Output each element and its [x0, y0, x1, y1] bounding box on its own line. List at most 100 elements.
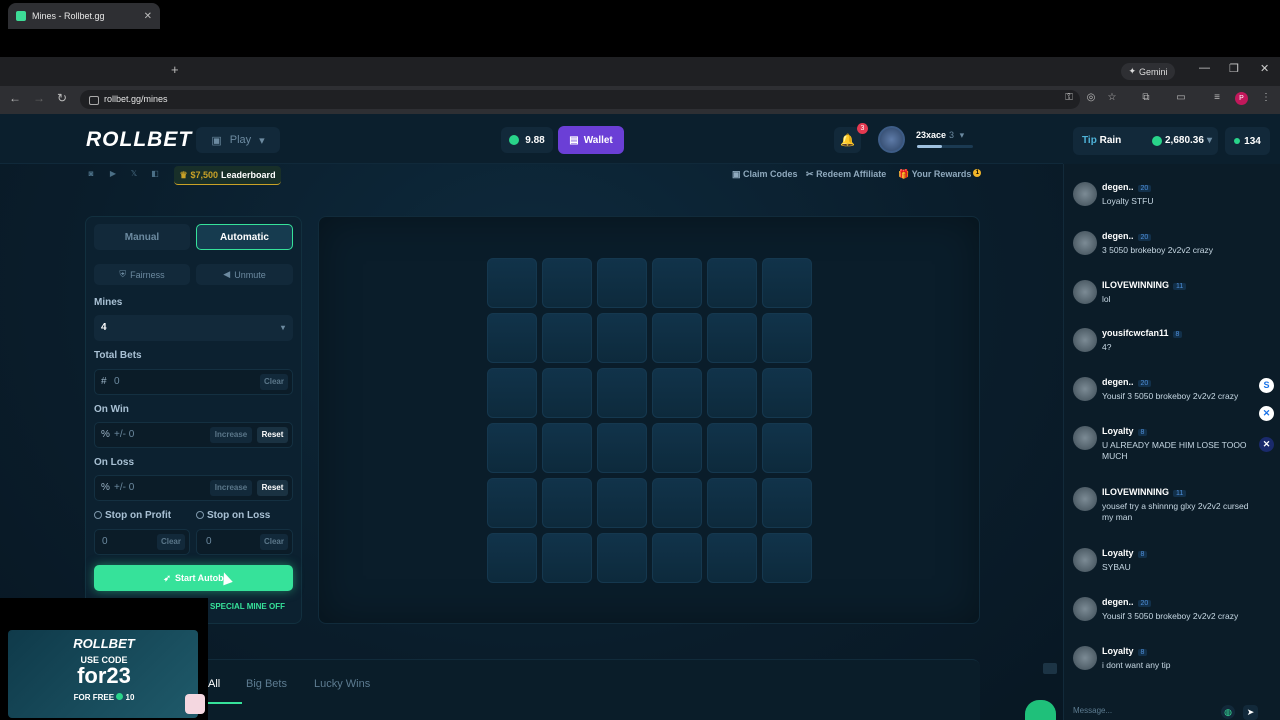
minimize-icon[interactable]: — — [1199, 62, 1210, 74]
youtube-icon[interactable]: ▶ — [108, 169, 118, 179]
user-avatar[interactable] — [878, 126, 905, 153]
chat-username[interactable]: degen.. 20 — [1102, 182, 1152, 192]
tab-all-bets[interactable]: All — [208, 678, 220, 690]
x-twitter-icon[interactable]: 𝕏 — [129, 169, 139, 179]
new-tab-button[interactable]: + — [171, 62, 179, 77]
mine-tile[interactable] — [597, 478, 647, 528]
mine-tile[interactable] — [652, 258, 702, 308]
mine-tile[interactable] — [707, 368, 757, 418]
tab-big-bets[interactable]: Big Bets — [246, 678, 287, 690]
mine-tile[interactable] — [762, 533, 812, 583]
forward-icon[interactable]: → — [33, 91, 45, 105]
browser-tab[interactable]: Mines - Rollbet.gg ✕ — [8, 3, 160, 29]
mine-tile[interactable] — [487, 533, 537, 583]
mine-tile[interactable] — [762, 478, 812, 528]
stop-on-loss-input[interactable]: 0 Clear — [196, 529, 293, 555]
eye-off-icon[interactable]: ◎ — [1085, 92, 1097, 104]
mine-tile[interactable] — [542, 313, 592, 363]
tab-lucky-wins[interactable]: Lucky Wins — [314, 678, 370, 690]
extension-cross-icon[interactable]: ✕ — [1259, 437, 1274, 452]
chat-avatar[interactable] — [1073, 646, 1097, 670]
your-rewards-link[interactable]: 🎁 Your Rewards 1 — [898, 169, 982, 180]
mine-tile[interactable] — [762, 423, 812, 473]
manual-tab[interactable]: Manual — [94, 224, 190, 250]
claim-codes-link[interactable]: ▣ Claim Codes — [732, 169, 798, 180]
stop-on-profit-clear-button[interactable]: Clear — [157, 534, 185, 550]
start-autobet-button[interactable]: ➶ Start Autob — [94, 565, 293, 591]
mine-tile[interactable] — [652, 533, 702, 583]
close-tab-icon[interactable]: ✕ — [144, 11, 152, 22]
chat-username[interactable]: degen.. 20 — [1102, 377, 1152, 387]
promo-banner[interactable]: ROLLBET USE CODE for23 FOR FREE 10 — [0, 598, 208, 720]
mine-tile[interactable] — [707, 533, 757, 583]
special-mine-toggle[interactable]: SPECIAL MINE OFF — [210, 602, 285, 611]
mine-tile[interactable] — [762, 368, 812, 418]
chat-avatar[interactable] — [1073, 231, 1097, 255]
mine-tile[interactable] — [542, 478, 592, 528]
gemini-button[interactable]: ✦ Gemini — [1121, 63, 1175, 80]
chat-username[interactable]: ILOVEWINNING 11 — [1102, 280, 1187, 290]
support-chat-icon[interactable] — [1025, 700, 1056, 720]
discord-icon[interactable]: ◙ — [86, 169, 96, 179]
on-win-input[interactable]: % +/- 0 Increase Reset — [94, 422, 293, 448]
mine-tile[interactable] — [597, 368, 647, 418]
rollbet-logo[interactable]: ROLLBET — [86, 128, 192, 152]
send-icon[interactable]: ➤ — [1243, 705, 1258, 720]
on-loss-reset-button[interactable]: Reset — [257, 480, 288, 496]
total-bets-input[interactable]: # 0 Clear — [94, 369, 293, 395]
restore-icon[interactable]: ❐ — [1229, 62, 1239, 75]
chat-username[interactable]: degen.. 20 — [1102, 597, 1152, 607]
mine-tile[interactable] — [542, 533, 592, 583]
user-menu[interactable]: 23xace 3 ▾ — [916, 130, 964, 141]
redeem-affiliate-link[interactable]: ✂ Redeem Affiliate — [806, 169, 886, 180]
chat-toggle-icon[interactable] — [1043, 663, 1057, 674]
stop-on-profit-input[interactable]: 0 Clear — [94, 529, 190, 555]
chat-avatar[interactable] — [1073, 548, 1097, 572]
mine-tile[interactable] — [487, 368, 537, 418]
stop-on-loss-clear-button[interactable]: Clear — [260, 534, 288, 550]
mine-tile[interactable] — [652, 478, 702, 528]
balance-display[interactable]: 9.88 — [501, 127, 553, 153]
back-icon[interactable]: ← — [9, 91, 21, 105]
chat-username[interactable]: Loyalty 8 — [1102, 646, 1148, 656]
tip-rain-button[interactable]: Tip Rain 2,680.36 ▾ — [1073, 127, 1218, 155]
kick-icon[interactable]: ◧ — [150, 169, 160, 179]
mine-tile[interactable] — [487, 423, 537, 473]
chat-input[interactable]: Message... — [1073, 706, 1112, 715]
mine-tile[interactable] — [652, 313, 702, 363]
chat-avatar[interactable] — [1073, 328, 1097, 352]
address-bar[interactable]: rollbet.gg/mines — [80, 90, 1080, 109]
mine-tile[interactable] — [762, 313, 812, 363]
chat-username[interactable]: degen.. 20 — [1102, 231, 1152, 241]
chat-avatar[interactable] — [1073, 182, 1097, 206]
extension-s-icon[interactable]: S — [1259, 378, 1274, 393]
extension-x-icon[interactable]: ✕ — [1259, 406, 1274, 421]
browser-menu-icon[interactable]: ⋮ — [1260, 92, 1272, 104]
bookmark-star-icon[interactable]: ☆ — [1106, 92, 1118, 104]
chat-username[interactable]: yousifcwcfan11 8 — [1102, 328, 1183, 338]
mine-tile[interactable] — [597, 533, 647, 583]
mine-tile[interactable] — [597, 423, 647, 473]
mine-tile[interactable] — [652, 423, 702, 473]
browser-profile-avatar[interactable]: P — [1235, 92, 1248, 105]
online-count[interactable]: 134 — [1225, 127, 1270, 155]
mine-tile[interactable] — [542, 258, 592, 308]
mine-tile[interactable] — [597, 313, 647, 363]
extensions-icon[interactable]: ⧉ — [1140, 92, 1152, 104]
mine-tile[interactable] — [542, 423, 592, 473]
close-window-icon[interactable]: ✕ — [1260, 62, 1269, 75]
mine-tile[interactable] — [597, 258, 647, 308]
mine-tile[interactable] — [542, 368, 592, 418]
mine-tile[interactable] — [487, 258, 537, 308]
sidebar-icon[interactable]: ▭ — [1175, 92, 1187, 104]
on-loss-increase-button[interactable]: Increase — [210, 480, 252, 496]
chat-avatar[interactable] — [1073, 280, 1097, 304]
chat-avatar[interactable] — [1073, 597, 1097, 621]
mine-tile[interactable] — [487, 313, 537, 363]
automatic-tab[interactable]: Automatic — [196, 224, 293, 250]
mine-tile[interactable] — [707, 423, 757, 473]
fairness-button[interactable]: ⛨ Fairness — [94, 264, 190, 285]
reload-icon[interactable]: ↻ — [57, 91, 67, 105]
mine-tile[interactable] — [707, 313, 757, 363]
mine-tile[interactable] — [487, 478, 537, 528]
